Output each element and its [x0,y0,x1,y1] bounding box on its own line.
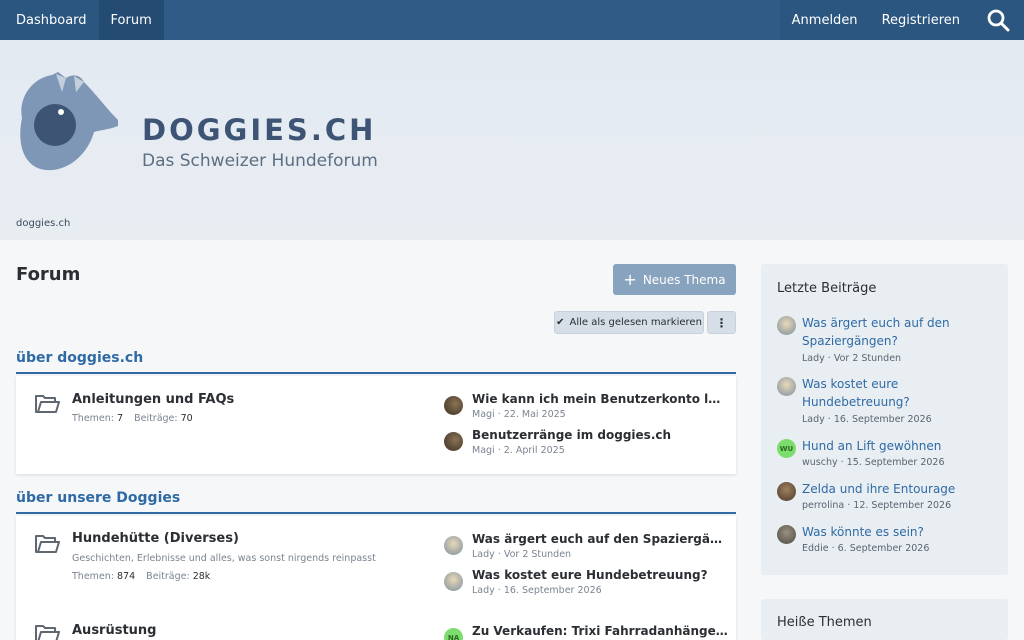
site-header: DOGGIES.CH Das Schweizer Hundeforum dogg… [0,40,1024,240]
folder-icon [35,395,60,413]
plus-icon: + [623,269,637,289]
sidebar-post-meta: Lady · 16. September 2026 [802,414,932,425]
latest-posts-widget: Letzte Beiträge Was ärgert euch auf den … [761,264,1008,575]
checkmark-icon: ✔ [556,317,565,328]
latest-thread[interactable]: Wie kann ich mein Benutzerkonto lösch...… [444,392,728,426]
forum-row: Ausrüstung NA Zu Verkaufen: Trixi Fahrra… [16,616,736,640]
forum-stats: Themen: 7 Beiträge: 70 [72,413,193,424]
mark-all-read-label: Alle als gelesen markieren [569,317,702,328]
latest-thread[interactable]: NA Zu Verkaufen: Trixi Fahrradanhänger a… [444,624,728,640]
folder-icon [35,625,60,640]
brand-title: DOGGIES.CH [142,113,377,147]
latest-thread-title[interactable]: Wie kann ich mein Benutzerkonto lösch... [472,392,728,406]
category-divider [16,372,736,374]
widget-title: Heiße Themen [777,615,872,630]
breadcrumb[interactable]: doggies.ch [16,218,70,229]
latest-thread-title[interactable]: Was kostet eure Hundebetreuung? [472,568,728,582]
forum-row: Hundehütte (Diverses) Geschichten, Erleb… [16,516,736,616]
nav-register[interactable]: Registrieren [870,0,972,40]
forum-name[interactable]: Ausrüstung [72,623,157,638]
forum-description: Geschichten, Erlebnisse und alles, was s… [72,553,376,564]
folder-icon [35,535,60,553]
search-icon [987,9,1010,32]
forum-card: Anleitungen und FAQs Themen: 7 Beiträge: 7… [16,376,736,474]
user-avatar[interactable] [444,396,463,415]
forum-name[interactable]: Hundehütte (Diverses) [72,531,239,546]
latest-thread-meta: Lady · Vor 2 Stunden [472,549,572,560]
brand-subtitle: Das Schweizer Hundeforum [142,151,378,171]
user-avatar[interactable] [777,377,796,396]
sidebar-post-meta: Eddie · 6. September 2026 [802,543,930,554]
user-avatar[interactable] [444,536,463,555]
user-avatar[interactable]: WU [777,439,796,458]
user-avatar[interactable] [444,432,463,451]
nav-dashboard[interactable]: Dashboard [0,0,99,40]
new-thread-button[interactable]: + Neues Thema [613,264,736,295]
latest-thread-title[interactable]: Was ärgert euch auf den Spaziergängen? [472,532,728,546]
category-divider [16,512,736,514]
nav-login[interactable]: Anmelden [780,0,870,40]
latest-thread-meta: Magi · 2. April 2025 [472,445,565,456]
sidebar-post-meta: Lady · Vor 2 Stunden [802,353,902,364]
search-button[interactable] [972,0,1024,40]
sidebar-post-title[interactable]: Zelda und ihre Entourage [802,480,972,498]
sidebar-post-title[interactable]: Was könnte es sein? [802,523,972,541]
mark-all-read-button[interactable]: ✔ Alle als gelesen markieren [554,311,704,334]
sidebar-post-meta: perrolina · 12. September 2026 [802,500,952,511]
sidebar-post-title[interactable]: Was kostet eure Hundebetreuung? [802,375,972,411]
forum-row: Anleitungen und FAQs Themen: 7 Beiträge: 7… [16,376,736,474]
latest-thread[interactable]: Benutzerränge im doggies.ch Magi · 2. Ap… [444,428,728,462]
category-title[interactable]: über unsere Doggies [16,490,180,506]
top-navigation: Dashboard Forum Anmelden Registrieren [0,0,1024,40]
hot-topics-widget: Heiße Themen [761,599,1008,640]
latest-thread-title[interactable]: Zu Verkaufen: Trixi Fahrradanhänger au..… [472,624,728,638]
nav-forum[interactable]: Forum [98,0,164,40]
user-avatar[interactable] [777,525,796,544]
user-avatar[interactable] [444,572,463,591]
forum-stats: Themen: 874 Beiträge: 28k [72,571,211,582]
more-options-button[interactable]: ⋮ [707,311,736,334]
new-thread-label: Neues Thema [642,272,726,287]
dog-logo-icon[interactable] [14,70,124,174]
latest-thread-title[interactable]: Benutzerränge im doggies.ch [472,428,728,442]
latest-thread[interactable]: Was ärgert euch auf den Spaziergängen? L… [444,532,728,566]
sidebar-post-title[interactable]: Hund an Lift gewöhnen [802,437,972,455]
forum-name[interactable]: Anleitungen und FAQs [72,392,234,407]
sidebar-post-meta: wuschy · 15. September 2026 [802,457,945,468]
forum-card: Hundehütte (Diverses) Geschichten, Erleb… [16,516,736,640]
nav-account: Anmelden Registrieren [779,0,1024,40]
sidebar-post-title[interactable]: Was ärgert euch auf den Spaziergängen? [802,314,972,350]
user-avatar[interactable] [777,482,796,501]
user-avatar[interactable]: NA [444,628,463,640]
widget-title: Letzte Beiträge [777,281,877,296]
latest-thread-meta: Magi · 22. Mai 2025 [472,409,566,420]
category-title[interactable]: über doggies.ch [16,350,143,366]
user-avatar[interactable] [777,316,796,335]
latest-thread-meta: Lady · 16. September 2026 [472,585,602,596]
latest-thread[interactable]: Was kostet eure Hundebetreuung? Lady · 1… [444,568,728,602]
page-title: Forum [16,264,81,285]
